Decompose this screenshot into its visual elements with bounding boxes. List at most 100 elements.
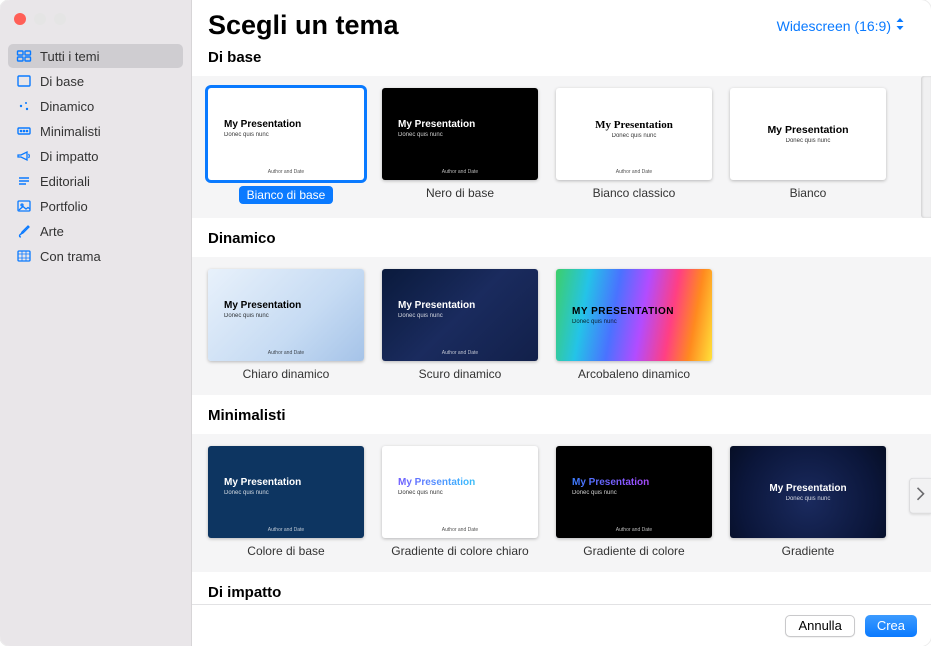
thumb-title: My Presentation [595, 119, 673, 131]
sidebar-item-di-base[interactable]: Di base [8, 69, 183, 93]
theme-label: Bianco di base [239, 186, 334, 204]
thumb-content: My Presentation Donec quis nunc [730, 88, 886, 180]
thumb-title: My Presentation [224, 477, 364, 488]
page-title: Scegli un tema [208, 10, 399, 41]
thumb-title: My Presentation [572, 477, 712, 488]
sidebar-item-con-trama[interactable]: Con trama [8, 244, 183, 268]
thumb-content: My PresentationDonec quis nunc [382, 446, 538, 527]
window-minimize-button[interactable] [34, 13, 46, 25]
theme-item[interactable]: My Presentation Donec quis nunc Author and… [556, 446, 712, 558]
thumb-title: My Presentation [224, 119, 364, 130]
thumb-title: My Presentation [767, 124, 848, 136]
document-icon [16, 73, 32, 89]
thumb-footer: Author and Date [382, 169, 538, 180]
theme-thumbnail: My PresentationDonec quis nuncAuthor and… [208, 446, 364, 538]
theme-item[interactable]: My PresentationDonec quis nuncAuthor and… [208, 269, 364, 381]
sidebar-item-label: Dinamico [40, 99, 94, 114]
thumb-subtitle: Donec quis nunc [398, 132, 538, 138]
thumb-subtitle: Donec quis nunc [786, 496, 831, 502]
aspect-ratio-selector[interactable]: Widescreen (16:9) [777, 17, 905, 34]
theme-row-band: My Presentation Donec quis nunc Author and… [192, 76, 931, 218]
theme-label: Colore di base [247, 544, 324, 558]
theme-label: Gradiente [782, 544, 835, 558]
texture-icon [16, 248, 32, 264]
theme-item[interactable]: My PresentationDonec quis nunc Gradiente [730, 446, 886, 558]
sidebar-item-dinamico[interactable]: Dinamico [8, 94, 183, 118]
header: Scegli un tema Widescreen (16:9) [192, 0, 931, 41]
theme-row: My PresentationDonec quis nuncAuthor and… [208, 269, 931, 381]
theme-item[interactable]: MY PRESENTATIONDonec quis nunc Arcobaleno… [556, 269, 712, 381]
sidebar-item-label: Arte [40, 224, 64, 239]
theme-row-band: My PresentationDonec quis nuncAuthor and… [192, 257, 931, 395]
theme-thumbnail: My PresentationDonec quis nunc [730, 446, 886, 538]
thumb-footer: Author and Date [556, 527, 712, 538]
thumb-footer: Author and Date [382, 527, 538, 538]
sidebar-item-di-impatto[interactable]: Di impatto [8, 144, 183, 168]
theme-label: Bianco [790, 186, 827, 200]
theme-row: My Presentation Donec quis nunc Author and… [208, 88, 931, 204]
window-zoom-button[interactable] [54, 13, 66, 25]
thumb-subtitle: Donec quis nunc [398, 313, 538, 319]
theme-item[interactable]: My Presentation Donec quis nunc Author and… [382, 88, 538, 204]
theme-item[interactable]: My PresentationDonec quis nuncAuthor and… [382, 446, 538, 558]
theme-section: DinamicoMy PresentationDonec quis nuncAu… [208, 230, 931, 395]
theme-thumbnail: My Presentation Donec quis nunc [730, 88, 886, 180]
sidebar-item-portfolio[interactable]: Portfolio [8, 194, 183, 218]
window-close-button[interactable] [14, 13, 26, 25]
chevron-right-icon [916, 486, 925, 505]
thumb-content: My PresentationDonec quis nunc [208, 269, 364, 350]
sparkle-icon [16, 98, 32, 114]
theme-label: Gradiente di colore chiaro [391, 544, 528, 558]
theme-item[interactable]: My Presentation Donec quis nunc Bianco [730, 88, 886, 204]
sidebar-list: Tutti i temi Di base Dinamico Minimalisti Di… [0, 38, 191, 274]
theme-item[interactable]: My PresentationDonec quis nuncAuthor and… [208, 88, 364, 204]
sidebar-item-label: Di impatto [40, 149, 99, 164]
theme-label: Chiaro dinamico [243, 367, 330, 381]
grid-icon [16, 48, 32, 64]
sidebar-item-tutti-i-temi[interactable]: Tutti i temi [8, 44, 183, 68]
theme-item[interactable]: My PresentationDonec quis nuncAuthor and… [208, 446, 364, 558]
row-next-button[interactable] [909, 478, 931, 514]
sidebar-item-label: Portfolio [40, 199, 88, 214]
thumb-footer: Author and Date [208, 169, 364, 180]
sidebar-item-arte[interactable]: Arte [8, 219, 183, 243]
thumb-subtitle: Donec quis nunc [612, 133, 657, 139]
thumb-subtitle: Donec quis nunc [224, 313, 364, 319]
create-button[interactable]: Crea [865, 615, 917, 637]
sidebar-item-editoriali[interactable]: Editoriali [8, 169, 183, 193]
theme-item[interactable]: My Presentation Donec quis nunc Author and… [382, 269, 538, 381]
chevron-up-down-icon [895, 17, 905, 34]
thumb-content: MY PRESENTATIONDonec quis nunc [556, 269, 712, 361]
theme-section: MinimalistiMy PresentationDonec quis nun… [208, 407, 931, 572]
thumb-content: My PresentationDonec quis nunc [208, 88, 364, 169]
thumb-content: My Presentation Donec quis nunc [556, 88, 712, 169]
thumb-title: MY PRESENTATION [572, 306, 712, 317]
cancel-button[interactable]: Annulla [785, 615, 854, 637]
thumb-title: My Presentation [398, 119, 538, 130]
theme-content[interactable]: Di baseMy PresentationDonec quis nuncAut… [192, 41, 931, 604]
theme-chooser-window: Tutti i temi Di base Dinamico Minimalisti Di… [0, 0, 931, 646]
thumb-subtitle: Donec quis nunc [572, 490, 712, 496]
main-panel: Scegli un tema Widescreen (16:9) Di base… [192, 0, 931, 646]
thumb-content: My PresentationDonec quis nunc [208, 446, 364, 527]
sidebar-item-label: Di base [40, 74, 84, 89]
image-icon [16, 198, 32, 214]
thumb-title: My Presentation [398, 477, 538, 488]
thumb-footer: Author and Date [208, 527, 364, 538]
thumb-footer: Author and Date [382, 350, 538, 361]
sidebar-item-label: Tutti i temi [40, 49, 99, 64]
minimal-icon [16, 123, 32, 139]
megaphone-icon [16, 148, 32, 164]
theme-section: Di impatto [208, 584, 931, 601]
create-button-label: Crea [877, 618, 905, 633]
thumb-title: My Presentation [398, 300, 538, 311]
footer: Annulla Crea [192, 604, 931, 646]
theme-thumbnail: My PresentationDonec quis nuncAuthor and… [208, 269, 364, 361]
aspect-ratio-label: Widescreen (16:9) [777, 18, 891, 34]
sidebar-item-minimalisti[interactable]: Minimalisti [8, 119, 183, 143]
theme-row-band: My PresentationDonec quis nuncAuthor and… [192, 434, 931, 572]
theme-label: Arcobaleno dinamico [578, 367, 690, 381]
theme-item[interactable]: My PresentationDonec quis nuncAuthor and… [556, 88, 712, 204]
brush-icon [16, 223, 32, 239]
thumb-subtitle: Donec quis nunc [786, 138, 831, 144]
